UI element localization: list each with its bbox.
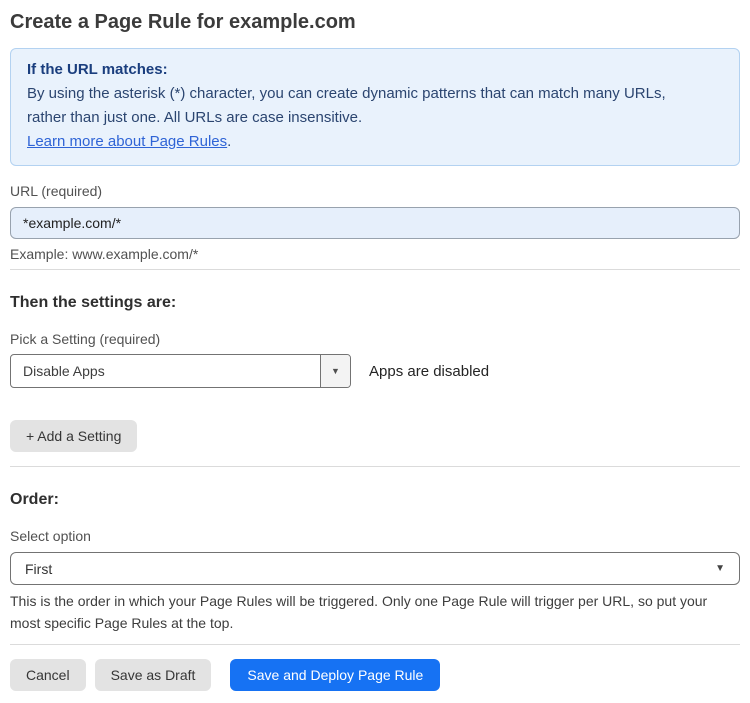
order-select-value: First [25,560,53,577]
order-select[interactable]: First ▼ [10,552,740,585]
save-deploy-button[interactable]: Save and Deploy Page Rule [230,659,441,691]
order-help-line: This is the order in which your Page Rul… [10,593,708,609]
url-field-label: URL (required) [10,183,103,199]
learn-more-link[interactable]: Learn more about Page Rules [27,133,227,150]
footer-actions: Cancel Save as Draft Save and Deploy Pag… [10,659,740,691]
section-divider [10,466,740,467]
info-box-body-line: rather than just one. All URLs are case … [27,109,363,126]
order-help-text: This is the order in which your Page Rul… [10,590,740,634]
info-box-link-line: Learn more about Page Rules. [27,130,723,154]
link-suffix-period: . [227,133,232,150]
setting-picker-label: Pick a Setting (required) [10,331,161,347]
order-help-line: most specific Page Rules at the top. [10,615,234,631]
cancel-button[interactable]: Cancel [10,659,86,691]
chevron-down-icon: ▼ [331,365,340,376]
order-section-heading: Order: [10,491,59,508]
page-title: Create a Page Rule for example.com [10,11,356,33]
url-input[interactable] [10,207,740,239]
save-draft-button[interactable]: Save as Draft [94,659,212,691]
section-divider [10,269,740,270]
add-setting-button[interactable]: + Add a Setting [10,420,138,452]
setting-status-text: Apps are disabled [369,362,490,380]
order-select-label: Select option [10,528,91,544]
setting-dropdown-arrow-button[interactable]: ▼ [320,355,350,387]
settings-section-heading: Then the settings are: [10,294,177,311]
setting-dropdown-value: Disable Apps [23,363,105,379]
url-example-helper: Example: www.example.com/* [10,246,199,262]
url-match-info-box: If the URL matches: By using the asteris… [10,48,740,166]
chevron-down-icon: ▼ [715,562,725,574]
setting-dropdown[interactable]: Disable Apps ▼ [10,354,351,388]
footer-divider [10,644,740,645]
create-page-rule-form: Create a Page Rule for example.com If th… [0,0,750,703]
info-box-body-line: By using the asterisk (*) character, you… [27,85,666,102]
info-box-heading: If the URL matches: [27,61,168,78]
setting-row: Disable Apps ▼ Apps are disabled [10,354,740,388]
